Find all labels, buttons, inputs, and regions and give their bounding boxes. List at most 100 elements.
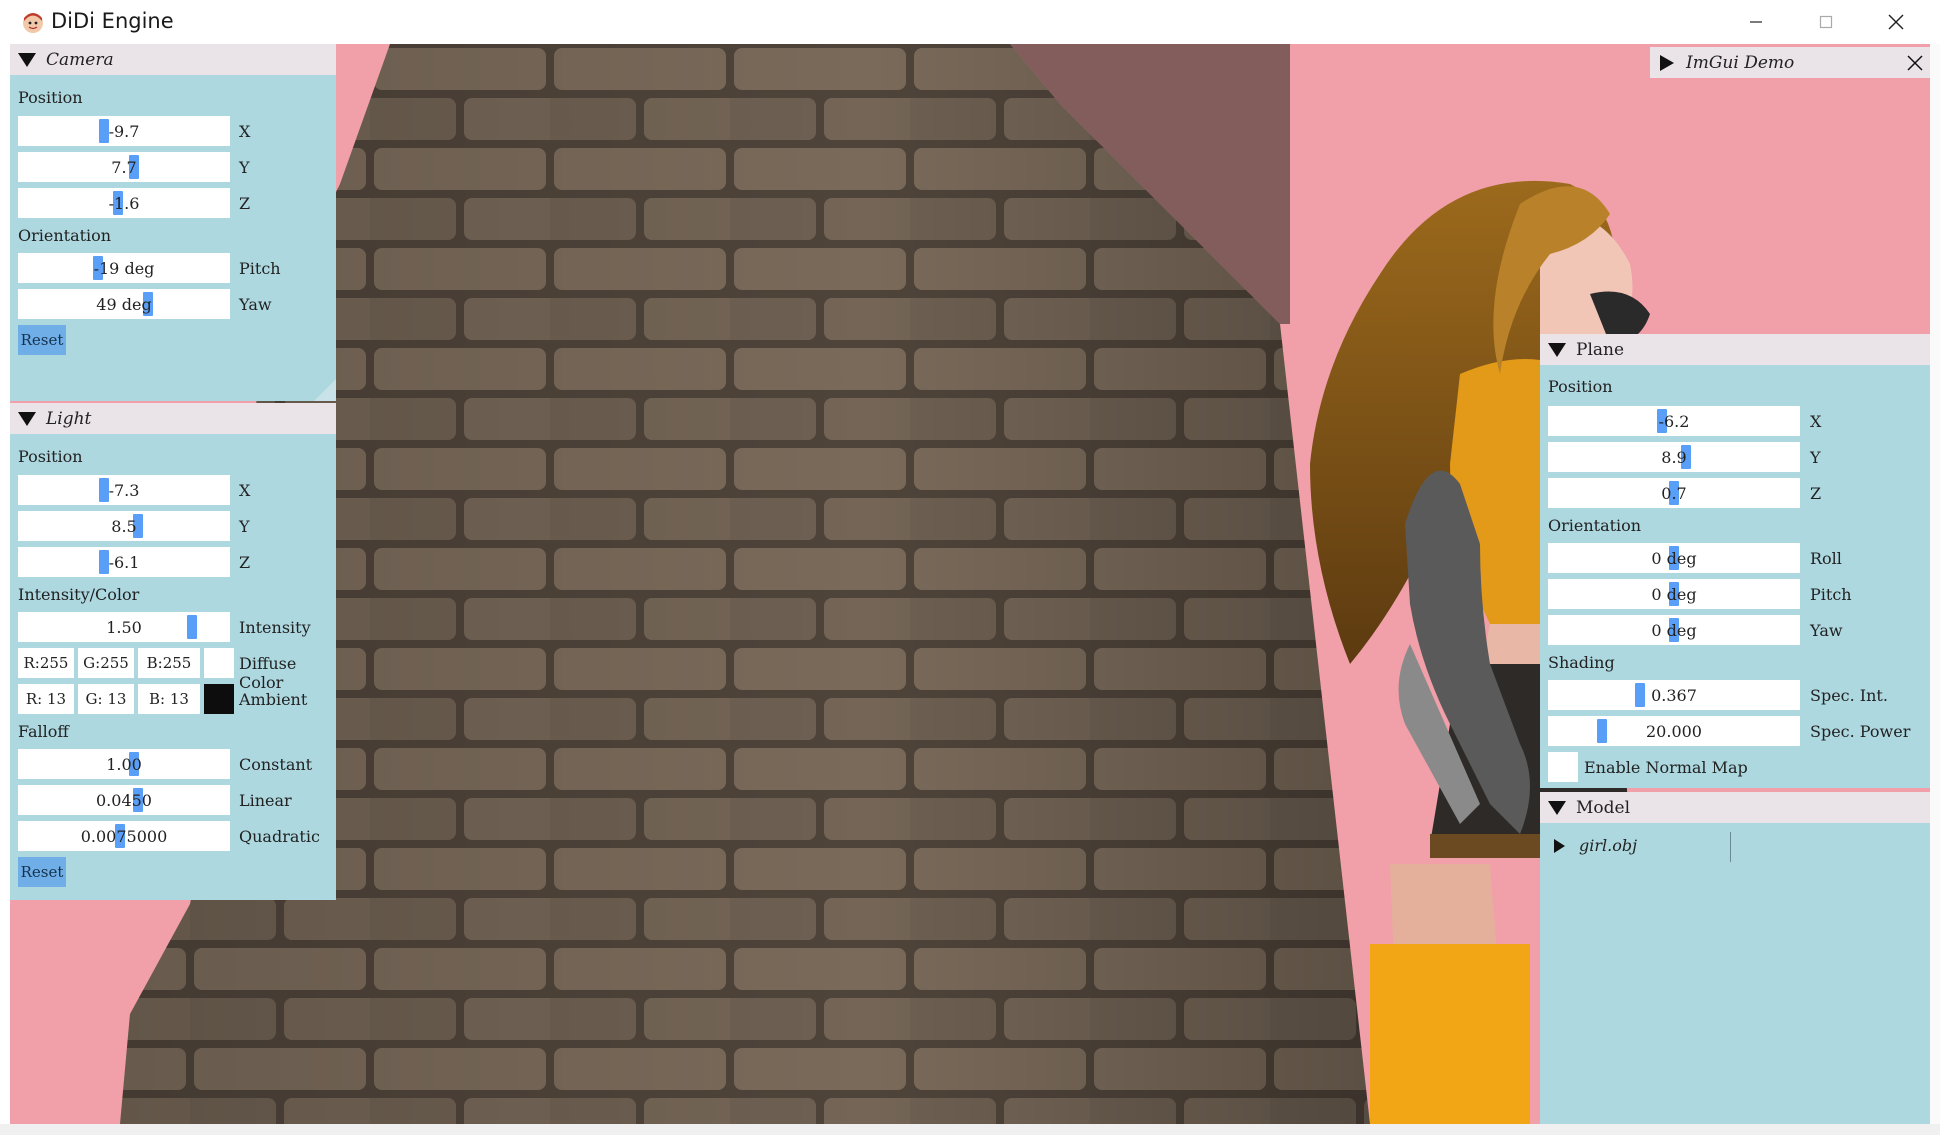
camera-pos-z-slider[interactable]: -1.6 bbox=[18, 188, 230, 218]
plane-panel-title: Plane bbox=[1576, 339, 1625, 360]
light-constant-slider[interactable]: 1.00 bbox=[18, 749, 230, 779]
plane-panel-header[interactable]: Plane bbox=[1540, 334, 1930, 365]
camera-position-label: Position bbox=[18, 88, 83, 107]
slider-grab bbox=[99, 119, 109, 143]
ambient-b-field[interactable]: B: 13 bbox=[138, 684, 200, 714]
slider-grab bbox=[99, 478, 109, 502]
plane-pos-y-label: Y bbox=[1810, 448, 1821, 467]
plane-roll-slider[interactable]: 0 deg bbox=[1548, 543, 1800, 573]
light-linear-slider[interactable]: 0.0450 bbox=[18, 785, 230, 815]
ambient-g-field[interactable]: G: 13 bbox=[78, 684, 134, 714]
camera-reset-button[interactable]: Reset bbox=[18, 325, 66, 355]
app-window: DiDi Engine Camera Position -9.7 X 7.7 Y… bbox=[0, 0, 1940, 1135]
model-panel: Model girl.obj bbox=[1540, 792, 1930, 1124]
plane-spec-int-slider[interactable]: 0.367 bbox=[1548, 680, 1800, 710]
camera-yaw-slider[interactable]: 49 deg bbox=[18, 289, 230, 319]
plane-position-label: Position bbox=[1548, 377, 1613, 396]
ambient-r-field[interactable]: R: 13 bbox=[18, 684, 74, 714]
light-pos-y-label: Y bbox=[239, 517, 250, 536]
window-title: DiDi Engine bbox=[51, 9, 174, 33]
plane-yaw-slider[interactable]: 0 deg bbox=[1548, 615, 1800, 645]
camera-pos-y-slider[interactable]: 7.7 bbox=[18, 152, 230, 182]
collapse-triangle-icon bbox=[18, 52, 36, 67]
model-panel-header[interactable]: Model bbox=[1540, 792, 1930, 823]
plane-pos-x-label: X bbox=[1810, 412, 1822, 431]
plane-spec-power-slider[interactable]: 20.000 bbox=[1548, 716, 1800, 746]
plane-pitch-label: Pitch bbox=[1810, 585, 1852, 604]
diffuse-r-field[interactable]: R:255 bbox=[18, 648, 74, 678]
light-pos-x-label: X bbox=[239, 481, 251, 500]
close-icon[interactable] bbox=[1906, 54, 1924, 72]
close-button[interactable] bbox=[1861, 0, 1931, 44]
camera-pos-x-label: X bbox=[239, 122, 251, 141]
close-icon bbox=[1888, 14, 1904, 30]
light-panel: Light Position -7.3 X 8.5 Y -6.1 Z Inten… bbox=[10, 403, 336, 900]
column-divider bbox=[1730, 832, 1731, 862]
resize-grip-icon[interactable] bbox=[314, 379, 336, 401]
light-reset-button[interactable]: Reset bbox=[18, 857, 66, 887]
imgui-demo-header[interactable]: ImGui Demo bbox=[1650, 47, 1930, 78]
collapse-triangle-icon bbox=[1548, 342, 1566, 357]
camera-pos-x-slider[interactable]: -9.7 bbox=[18, 116, 230, 146]
light-falloff-label: Falloff bbox=[18, 722, 69, 741]
light-quadratic-label: Quadratic bbox=[239, 827, 320, 846]
render-viewport[interactable]: Camera Position -9.7 X 7.7 Y -1.6 Z Orie… bbox=[10, 44, 1930, 1124]
imgui-demo-window: ImGui Demo bbox=[1650, 47, 1930, 78]
model-tree-item[interactable]: girl.obj bbox=[1554, 836, 1637, 855]
ambient-label: Ambient bbox=[239, 690, 308, 709]
light-panel-header[interactable]: Light bbox=[10, 403, 336, 434]
light-intensity-color-label: Intensity/Color bbox=[18, 585, 140, 604]
title-bar[interactable]: DiDi Engine bbox=[0, 0, 1940, 44]
expand-triangle-icon bbox=[1554, 838, 1565, 853]
diffuse-g-field[interactable]: G:255 bbox=[78, 648, 134, 678]
model-panel-title: Model bbox=[1576, 797, 1631, 818]
light-panel-title: Light bbox=[46, 408, 92, 429]
maximize-button[interactable] bbox=[1791, 0, 1861, 44]
light-constant-label: Constant bbox=[239, 755, 313, 774]
light-intensity-slider[interactable]: 1.50 bbox=[18, 612, 230, 642]
plane-shading-label: Shading bbox=[1548, 653, 1615, 672]
plane-pos-x-slider[interactable]: -6.2 bbox=[1548, 406, 1800, 436]
diffuse-color-swatch[interactable] bbox=[204, 648, 234, 678]
taskbar-edge bbox=[0, 1124, 1940, 1135]
light-position-label: Position bbox=[18, 447, 83, 466]
normal-map-checkbox[interactable] bbox=[1548, 752, 1578, 782]
maximize-icon bbox=[1819, 15, 1833, 29]
app-avatar-icon bbox=[23, 13, 43, 33]
minimize-icon bbox=[1750, 21, 1762, 23]
slider-grab bbox=[187, 615, 197, 639]
imgui-demo-title: ImGui Demo bbox=[1686, 52, 1795, 73]
plane-orientation-label: Orientation bbox=[1548, 516, 1642, 535]
plane-panel: Plane Position -6.2 X 8.9 Y 0.7 Z Orient… bbox=[1540, 334, 1930, 788]
plane-spec-power-label: Spec. Power bbox=[1810, 722, 1911, 741]
diffuse-b-field[interactable]: B:255 bbox=[138, 648, 200, 678]
plane-spec-int-label: Spec. Int. bbox=[1810, 686, 1888, 705]
plane-pos-z-label: Z bbox=[1810, 484, 1822, 503]
slider-grab bbox=[99, 550, 109, 574]
diffuse-color-label: Diffuse Color bbox=[239, 654, 297, 692]
model-item-label: girl.obj bbox=[1579, 836, 1638, 855]
camera-pitch-label: Pitch bbox=[239, 259, 281, 278]
camera-pitch-slider[interactable]: -19 deg bbox=[18, 253, 230, 283]
camera-panel-header[interactable]: Camera bbox=[10, 44, 336, 75]
plane-pitch-slider[interactable]: 0 deg bbox=[1548, 579, 1800, 609]
camera-pos-y-label: Y bbox=[239, 158, 250, 177]
plane-pos-y-slider[interactable]: 8.9 bbox=[1548, 442, 1800, 472]
plane-pos-z-slider[interactable]: 0.7 bbox=[1548, 478, 1800, 508]
light-pos-z-slider[interactable]: -6.1 bbox=[18, 547, 230, 577]
minimize-button[interactable] bbox=[1721, 0, 1791, 44]
slider-grab bbox=[1597, 719, 1607, 743]
expand-triangle-icon bbox=[1660, 54, 1674, 71]
plane-roll-label: Roll bbox=[1810, 549, 1842, 568]
light-pos-y-slider[interactable]: 8.5 bbox=[18, 511, 230, 541]
camera-panel: Camera Position -9.7 X 7.7 Y -1.6 Z Orie… bbox=[10, 44, 336, 401]
ambient-color-swatch[interactable] bbox=[204, 684, 234, 714]
camera-orientation-label: Orientation bbox=[18, 226, 112, 245]
normal-map-label: Enable Normal Map bbox=[1584, 758, 1748, 777]
light-quadratic-slider[interactable]: 0.0075000 bbox=[18, 821, 230, 851]
camera-yaw-label: Yaw bbox=[239, 295, 272, 314]
collapse-triangle-icon bbox=[1548, 800, 1566, 815]
desktop-edge bbox=[1930, 44, 1940, 1135]
light-pos-x-slider[interactable]: -7.3 bbox=[18, 475, 230, 505]
camera-panel-title: Camera bbox=[46, 49, 114, 70]
